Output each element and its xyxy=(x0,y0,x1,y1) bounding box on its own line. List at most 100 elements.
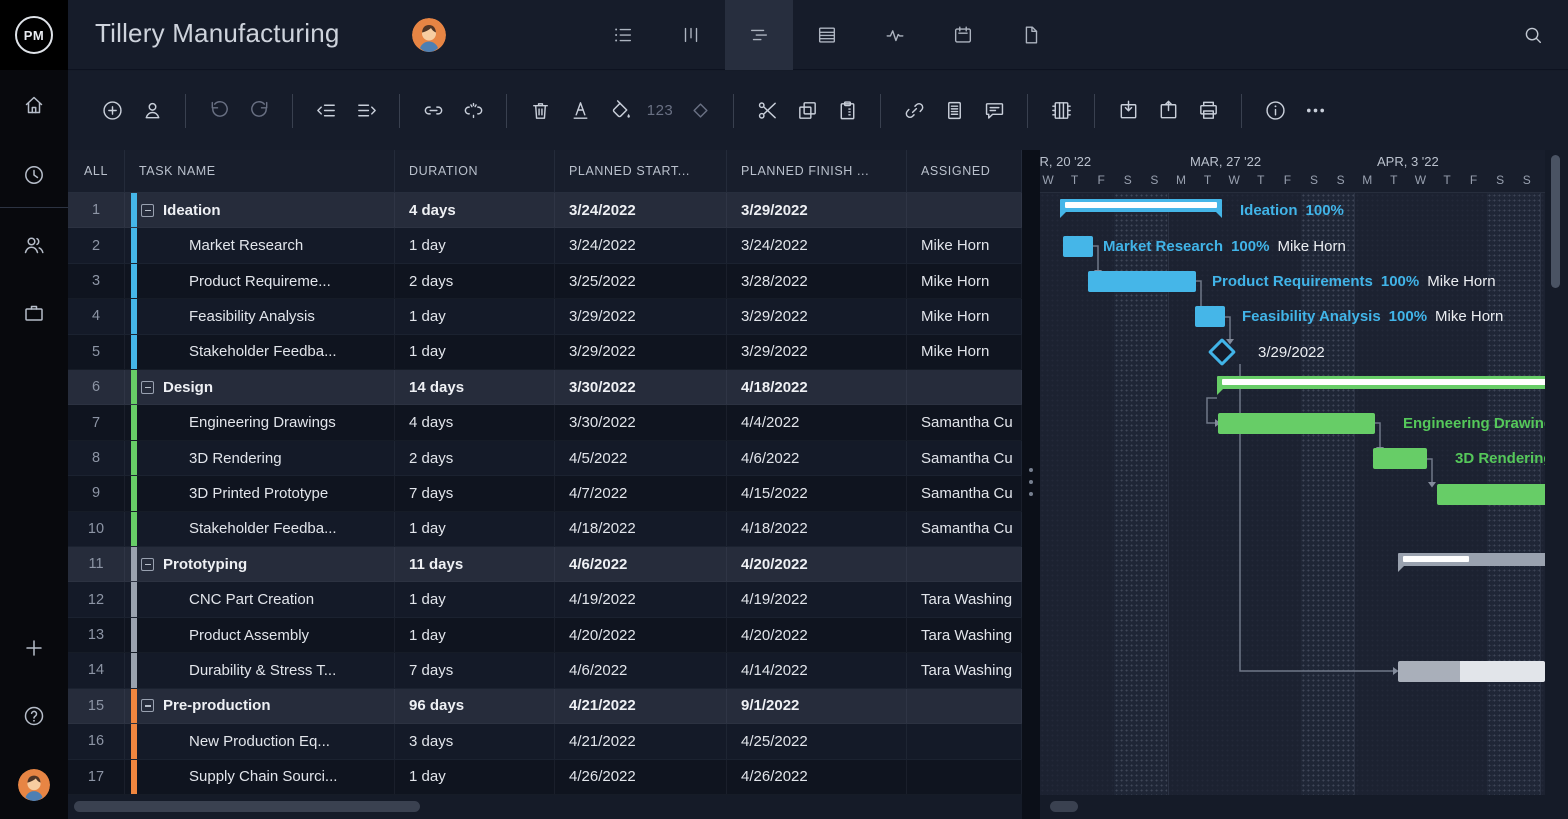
unlink-tasks-button[interactable] xyxy=(453,91,493,131)
link-tasks-button[interactable] xyxy=(413,91,453,131)
sidebar-item-team[interactable] xyxy=(0,228,68,262)
sidebar-item-user-avatar[interactable] xyxy=(0,768,68,802)
table-row[interactable]: 11Prototyping11 days4/6/20224/20/2022 xyxy=(68,547,1022,582)
table-row[interactable]: 13Product Assembly1 day4/20/20224/20/202… xyxy=(68,618,1022,653)
toolbar-separator xyxy=(292,94,293,128)
tab-board-view[interactable] xyxy=(657,0,725,70)
planned-finish-cell: 3/29/2022 xyxy=(727,193,907,227)
paste-button[interactable] xyxy=(827,91,867,131)
table-row[interactable]: 14Durability & Stress T...7 days4/6/2022… xyxy=(68,653,1022,688)
gantt-task-bar[interactable] xyxy=(1063,236,1093,257)
column-header-planned-finish[interactable]: PLANNED FINISH ... xyxy=(727,150,907,192)
columns-button[interactable] xyxy=(1041,91,1081,131)
redo-button[interactable] xyxy=(239,91,279,131)
gantt-chart: MAR, 20 '22MAR, 27 '22APR, 3 '22WTFSSMTW… xyxy=(1040,150,1545,795)
clock-icon xyxy=(22,163,46,187)
gantt-task-bar[interactable] xyxy=(1218,413,1375,434)
fill-color-button[interactable] xyxy=(600,91,640,131)
tab-docs-view[interactable] xyxy=(997,0,1065,70)
gantt-summary-bar[interactable] xyxy=(1398,553,1545,566)
copy-button[interactable] xyxy=(787,91,827,131)
table-row[interactable]: 93D Printed Prototype7 days4/7/20224/15/… xyxy=(68,476,1022,511)
table-horizontal-scrollbar-thumb[interactable] xyxy=(74,801,420,812)
gantt-task-bar[interactable] xyxy=(1373,448,1427,469)
column-header-task-name[interactable]: TASK NAME xyxy=(125,150,395,192)
info-button[interactable] xyxy=(1255,91,1295,131)
briefcase-icon xyxy=(22,301,46,325)
duration-cell: 1 day xyxy=(395,760,555,794)
table-row[interactable]: 7Engineering Drawings4 days3/30/20224/4/… xyxy=(68,405,1022,440)
column-header-all[interactable]: ALL xyxy=(68,150,125,192)
row-number: 5 xyxy=(68,335,125,369)
delete-button[interactable] xyxy=(520,91,560,131)
milestone-button[interactable] xyxy=(680,91,720,131)
column-header-duration[interactable]: DURATION xyxy=(395,150,555,192)
tab-gantt-view[interactable] xyxy=(725,0,793,70)
import-button[interactable] xyxy=(1108,91,1148,131)
tab-calendar-view[interactable] xyxy=(929,0,997,70)
cut-button[interactable] xyxy=(747,91,787,131)
assign-button[interactable] xyxy=(132,91,172,131)
search-button[interactable] xyxy=(1516,18,1550,52)
calendar-icon xyxy=(952,24,974,46)
gantt-task-bar[interactable] xyxy=(1088,271,1196,292)
tab-activity-view[interactable] xyxy=(861,0,929,70)
duration-cell: 4 days xyxy=(395,193,555,227)
outdent-button[interactable] xyxy=(306,91,346,131)
attachments-button[interactable] xyxy=(894,91,934,131)
table-row[interactable]: 12CNC Part Creation1 day4/19/20224/19/20… xyxy=(68,582,1022,617)
tab-list-view[interactable] xyxy=(589,0,657,70)
sidebar-item-add-new[interactable] xyxy=(0,631,68,665)
sidebar-item-portfolio[interactable] xyxy=(0,296,68,330)
more-button[interactable] xyxy=(1295,91,1335,131)
task-color-indicator xyxy=(131,476,137,510)
collapse-icon[interactable] xyxy=(141,699,154,712)
collapse-icon[interactable] xyxy=(141,558,154,571)
view-switcher xyxy=(589,0,1065,70)
table-row[interactable]: 10Stakeholder Feedba...1 day4/18/20224/1… xyxy=(68,512,1022,547)
collapse-icon[interactable] xyxy=(141,381,154,394)
table-row[interactable]: 83D Rendering2 days4/5/20224/6/2022Saman… xyxy=(68,441,1022,476)
table-row[interactable]: 16New Production Eq...3 days4/21/20224/2… xyxy=(68,724,1022,759)
add-task-button[interactable] xyxy=(92,91,132,131)
vertical-scrollbar-thumb[interactable] xyxy=(1551,155,1560,288)
gantt-task-bar[interactable] xyxy=(1195,306,1225,327)
collapse-icon[interactable] xyxy=(141,204,154,217)
table-row[interactable]: 2Market Research1 day3/24/20223/24/2022M… xyxy=(68,228,1022,263)
indent-button[interactable] xyxy=(346,91,386,131)
number-format-button[interactable]: 123 xyxy=(640,91,680,131)
comments-button[interactable] xyxy=(974,91,1014,131)
export-button[interactable] xyxy=(1148,91,1188,131)
table-row[interactable]: 4Feasibility Analysis1 day3/29/20223/29/… xyxy=(68,299,1022,334)
panel-splitter[interactable] xyxy=(1022,150,1040,819)
sidebar-item-recent[interactable] xyxy=(0,158,68,192)
table-row[interactable]: 1Ideation4 days3/24/20223/29/2022 xyxy=(68,193,1022,228)
assigned-cell: Tara Washing xyxy=(907,582,1022,616)
gantt-horizontal-scrollbar-thumb[interactable] xyxy=(1050,801,1078,812)
task-name: Stakeholder Feedba... xyxy=(189,343,337,360)
print-button[interactable] xyxy=(1188,91,1228,131)
task-color-indicator xyxy=(131,689,137,723)
gantt-summary-bar[interactable] xyxy=(1217,376,1545,389)
bar-task-name: Ideation xyxy=(1240,202,1298,219)
bar-assignee: Mike Horn xyxy=(1427,273,1495,290)
notes-button[interactable] xyxy=(934,91,974,131)
project-owner-avatar[interactable] xyxy=(412,18,446,52)
gantt-milestone-diamond[interactable] xyxy=(1208,338,1236,366)
table-row[interactable]: 3Product Requireme...2 days3/25/20223/28… xyxy=(68,264,1022,299)
table-row[interactable]: 17Supply Chain Sourci...1 day4/26/20224/… xyxy=(68,760,1022,795)
sidebar-item-home[interactable] xyxy=(0,88,68,122)
gantt-task-bar[interactable] xyxy=(1437,484,1545,505)
table-row[interactable]: 5Stakeholder Feedba...1 day3/29/20223/29… xyxy=(68,335,1022,370)
gantt-summary-bar[interactable] xyxy=(1060,199,1222,212)
gantt-task-bar[interactable] xyxy=(1398,661,1545,682)
app-logo[interactable]: PM xyxy=(0,0,68,70)
column-header-assigned[interactable]: ASSIGNED xyxy=(907,150,1022,192)
font-color-button[interactable] xyxy=(560,91,600,131)
table-row[interactable]: 15Pre-production96 days4/21/20229/1/2022 xyxy=(68,689,1022,724)
undo-button[interactable] xyxy=(199,91,239,131)
tab-sheet-view[interactable] xyxy=(793,0,861,70)
sidebar-item-help[interactable] xyxy=(0,699,68,733)
column-header-planned-start[interactable]: PLANNED START... xyxy=(555,150,727,192)
table-row[interactable]: 6Design14 days3/30/20224/18/2022 xyxy=(68,370,1022,405)
